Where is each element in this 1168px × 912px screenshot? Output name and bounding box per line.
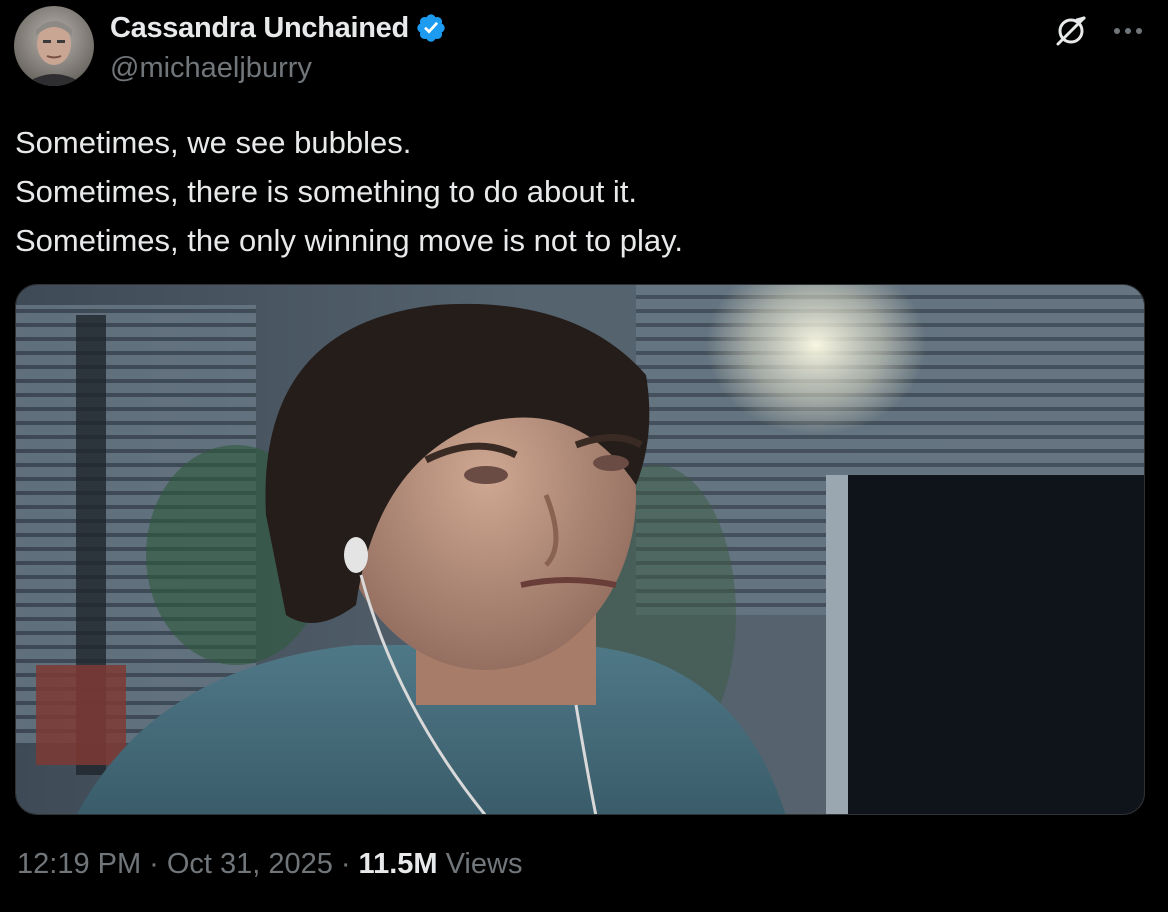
- tweet-text-line: Sometimes, the only winning move is not …: [15, 223, 683, 258]
- verified-badge-icon[interactable]: [415, 12, 447, 44]
- display-name[interactable]: Cassandra Unchained: [110, 12, 409, 45]
- grok-icon[interactable]: [1054, 14, 1088, 48]
- tweet-media-image[interactable]: [15, 284, 1145, 815]
- more-options-icon[interactable]: [1108, 14, 1148, 48]
- meta-separator: ·: [340, 848, 351, 880]
- tweet-text-line: Sometimes, we see bubbles.: [15, 125, 412, 160]
- author-name-row: Cassandra Unchained: [110, 10, 447, 46]
- avatar[interactable]: [14, 6, 94, 86]
- tweet-time[interactable]: 12:19 PM: [17, 848, 141, 880]
- views-count[interactable]: 11.5M: [359, 848, 438, 880]
- tweet-text-line: Sometimes, there is something to do abou…: [15, 174, 638, 209]
- tweet-card: Cassandra Unchained @michaeljburry Somet…: [0, 0, 1168, 912]
- views-label: Views: [445, 848, 523, 880]
- tweet-text: Sometimes, we see bubbles. Sometimes, th…: [15, 118, 1145, 265]
- tweet-date[interactable]: Oct 31, 2025: [167, 848, 333, 880]
- author-handle[interactable]: @michaeljburry: [110, 52, 312, 85]
- tweet-meta: 12:19 PM · Oct 31, 2025 · 11.5M Views: [17, 848, 522, 881]
- meta-separator: ·: [149, 848, 159, 880]
- media-illustration: [16, 285, 1144, 814]
